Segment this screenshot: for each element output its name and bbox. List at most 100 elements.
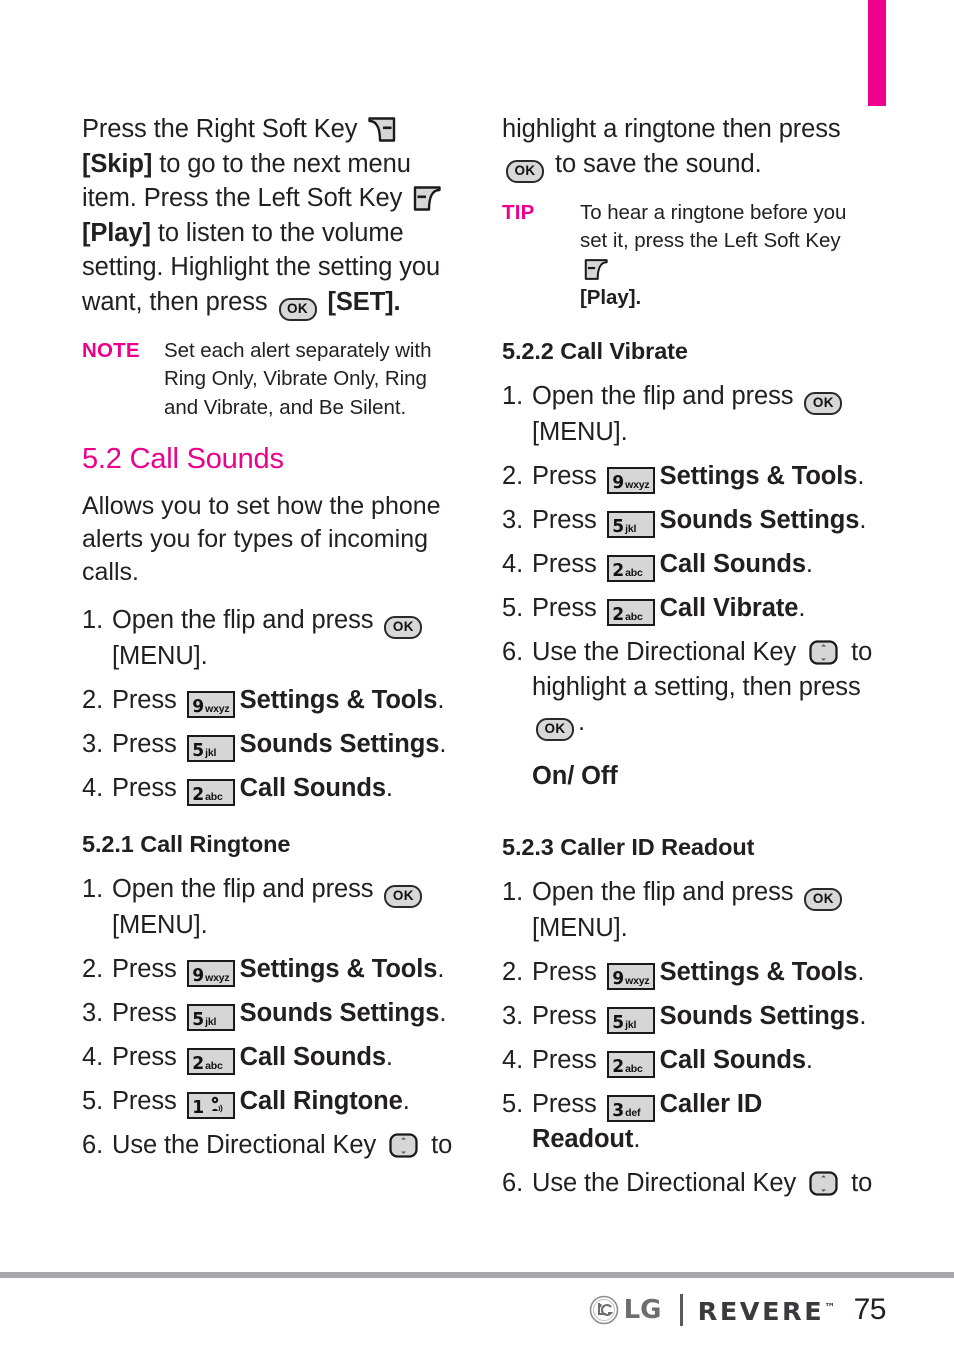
lg-wordmark: LG (623, 1295, 662, 1325)
list-item: 1. Open the flip and press OK [MENU]. (82, 603, 457, 674)
step-text: Open the flip and press (532, 877, 801, 906)
step-number: 4. (82, 774, 104, 802)
keypad-key-2-icon: 2abc (606, 554, 655, 582)
step-text: Press (112, 999, 184, 1027)
menu-label: Call Vibrate (659, 593, 799, 622)
step-number: 2. (82, 686, 104, 714)
trademark-symbol: ™ (823, 1301, 835, 1314)
step-number: 3. (502, 1001, 524, 1030)
keypad-key-5-icon: 5jkl (186, 1004, 235, 1031)
step-text: Press (532, 1045, 604, 1074)
list-item: 1. Open the flip and press OK [MENU]. (502, 875, 877, 946)
key-letters: jkl (205, 1016, 217, 1028)
key-letters: def (625, 1106, 641, 1119)
list-item: 3. Press 5jkl Sounds Settings. (82, 727, 457, 762)
list-item: 3. Press 5jkl Sounds Settings. (82, 996, 457, 1031)
step-second-line: highlight a setting, then press (532, 672, 861, 701)
ok-key-icon: OK (804, 887, 843, 911)
left-soft-key-icon (584, 258, 608, 280)
onoff-option: On/ Off (532, 761, 618, 790)
list-item: 6. Use the Directional Key to highlight a … (502, 635, 877, 741)
step-text: Open the flip and press (112, 606, 381, 634)
key-digit: 2 (611, 603, 624, 625)
voicemail-glyph-icon (211, 1096, 223, 1113)
step-period: . (437, 686, 445, 714)
key-digit: 9 (191, 696, 204, 717)
keypad-key-9-icon: 9wxyz (186, 691, 235, 718)
left-soft-key-icon (414, 186, 441, 211)
continued-step-paragraph: highlight a ringtone then press OK to sav… (502, 112, 877, 183)
step-number: 5. (82, 1087, 104, 1115)
list-item: 3. Press 5jkl Sounds Settings. (502, 999, 877, 1034)
step-text: Press (112, 730, 184, 758)
directional-key-icon (809, 1170, 838, 1196)
list-item: 1. Open the flip and press OK [MENU]. (502, 379, 877, 450)
key-letters: jkl (625, 1018, 637, 1031)
tip-play-label: [Play]. (580, 286, 642, 309)
step-text: Press (112, 774, 184, 802)
step-number: 1. (82, 875, 104, 903)
keypad-key-1-voicemail-icon: 1 (186, 1092, 235, 1119)
model-wordmark: REVERE™ (697, 1293, 835, 1327)
section-heading-5-2: 5.2 Call Sounds (82, 443, 284, 475)
key-letters: abc (625, 610, 643, 623)
step-text: Press (532, 1089, 604, 1118)
step-text-after: to (844, 637, 873, 666)
step-period: . (439, 999, 447, 1027)
keypad-key-9-icon: 9wxyz (186, 960, 235, 987)
subsection-heading-5-2-3: 5.2.3 Caller ID Readout (502, 833, 755, 860)
manual-page: Press the Right Soft Key [Skip] to go to… (0, 0, 954, 1372)
step-period: . (439, 730, 447, 758)
menu-label: Call Sounds (659, 549, 806, 578)
tip-text: To hear a ringtone before you set it, pr… (580, 200, 847, 253)
key-digit: 2 (191, 1053, 204, 1074)
list-item: 2. Press 9wxyz Settings & Tools. (82, 683, 457, 718)
menu-label: Call Ringtone (239, 1087, 403, 1115)
key-digit: 9 (191, 965, 204, 986)
ok-key-icon: OK (506, 159, 544, 183)
right-column: highlight a ringtone then press OK to sav… (502, 112, 877, 1210)
list-item: 4. Press 2abc Call Sounds. (82, 1040, 457, 1075)
tip-tag: TIP (502, 200, 535, 224)
intro-paragraph: Press the Right Soft Key [Skip] to go to… (82, 112, 457, 321)
key-digit: 9 (611, 967, 624, 989)
key-letters: wxyz (625, 974, 650, 987)
list-item: 3. Press 5jkl Sounds Settings. (502, 503, 877, 538)
step-period: . (798, 593, 806, 622)
key-letters: wxyz (205, 703, 230, 715)
step-text: Press (112, 1087, 184, 1115)
step-number: 4. (82, 1043, 104, 1071)
step-number: 3. (502, 505, 524, 534)
intro-seg1: Press the Right Soft Key (82, 115, 365, 143)
ok-key-icon: OK (804, 391, 843, 415)
list-item: 2. Press 9wxyz Settings & Tools. (502, 955, 877, 990)
keypad-key-5-icon: 5jkl (606, 510, 655, 538)
ok-key-icon: OK (536, 717, 574, 741)
keypad-key-5-icon: 5jkl (186, 735, 235, 762)
step-text: Use the Directional Key (112, 1131, 384, 1159)
callerid-step-list: 1. Open the flip and press OK [MENU]. 2. Pr… (502, 875, 877, 1201)
step-third-line: . (578, 707, 585, 736)
step-text: Use the Directional Key (532, 637, 804, 666)
ok-key-icon: OK (384, 885, 423, 908)
continued-line-1: highlight a ringtone then press (502, 115, 841, 143)
step-period: . (857, 461, 865, 490)
page-number: 75 (853, 1293, 887, 1326)
page-footer: LG REVERE™ 75 (0, 1288, 954, 1338)
step-text: Press (532, 505, 604, 534)
section-step-list: 1. Open the flip and press OK [MENU]. 2. Pr… (82, 603, 457, 806)
keypad-key-3-icon: 3def (606, 1094, 655, 1122)
ok-key-icon: OK (384, 616, 423, 639)
subsection-step-list: 1. Open the flip and press OK [MENU]. 2. Pr… (82, 872, 457, 1163)
key-digit: 5 (191, 740, 204, 761)
menu-label: Call Sounds (239, 774, 386, 802)
list-item: 5. Press 1 Call Ringtone. (82, 1084, 457, 1119)
step-second-line: [MENU]. (532, 913, 628, 942)
brand-lockup: LG REVERE™ 75 (589, 1288, 887, 1332)
step-number: 2. (82, 955, 104, 983)
model-text: REVERE (697, 1297, 824, 1326)
set-label: [SET]. (320, 287, 401, 316)
menu-label: Sounds Settings (659, 505, 860, 534)
step-text: Press (532, 593, 604, 622)
step-text: Press (532, 1001, 604, 1030)
